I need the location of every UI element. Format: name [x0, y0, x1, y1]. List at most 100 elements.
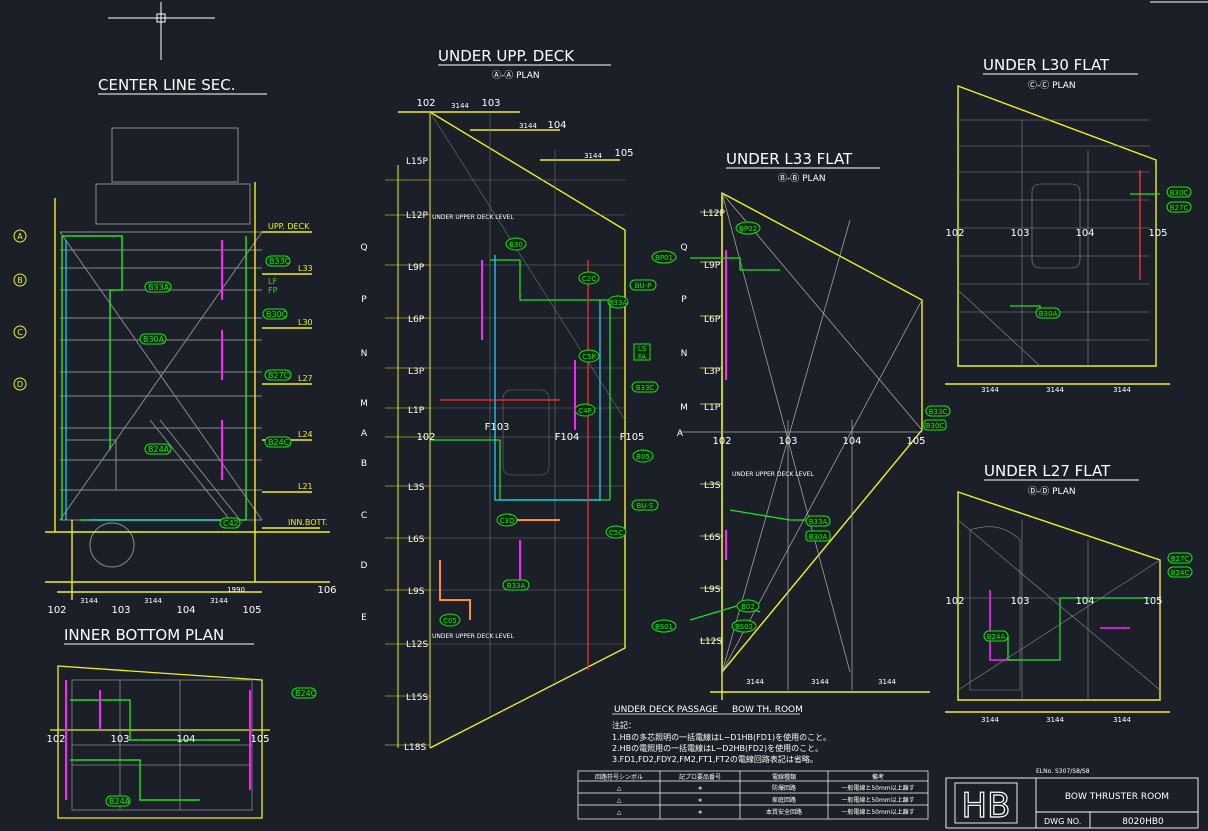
- ud-dim-3: 3144: [584, 152, 602, 160]
- section-mark-d: D: [17, 380, 23, 389]
- legend-r2-c4: 一般電線と50mm以上離す: [841, 796, 914, 804]
- level-l30: L30: [298, 318, 313, 327]
- tag-b33a: B33A: [148, 283, 170, 292]
- title-block-dwg-no: 8020HB0: [1122, 817, 1164, 827]
- subtitle-l30: Ⓒ-Ⓒ PLAN: [1028, 80, 1076, 91]
- title-under-l27: UNDER L27 FLAT: [984, 462, 1111, 480]
- l33-letter-p: P: [681, 295, 687, 305]
- l33-row-l1p: L1P: [704, 403, 721, 413]
- legend-header-2: 記プロ要品番号: [679, 773, 721, 781]
- l33-tag-b33c: B33C: [929, 408, 948, 416]
- l27-frame-103: 103: [1010, 596, 1029, 607]
- ud-tag-b30-2: C4P: [578, 407, 592, 415]
- l33-frame-104: 104: [842, 436, 861, 447]
- l33-dim-3: 3144: [878, 678, 896, 686]
- ud-tag-c4p: C2C: [582, 275, 596, 283]
- l30-frame-105: 105: [1148, 228, 1167, 239]
- l30-tag-b30a: B30A: [1039, 310, 1058, 318]
- ib-frame-102: 102: [46, 734, 65, 745]
- ud-row-l6p: L6P: [408, 315, 425, 325]
- level-l27: L27: [298, 374, 313, 383]
- level-inn-bott: INN.BOTT.: [288, 518, 328, 527]
- ud-mid-f104: F104: [555, 432, 580, 443]
- cl-dim-2: 3144: [144, 597, 162, 605]
- l30-dim-2: 3144: [1046, 386, 1064, 394]
- ud-tag-b30: B30: [509, 241, 523, 249]
- l30-tag-b30c: B30C: [1170, 189, 1189, 197]
- tag-c42: C42: [223, 519, 239, 528]
- cl-frame-104: 104: [176, 605, 195, 616]
- cl-frame-102: 102: [47, 605, 66, 616]
- l33-tag-bp02: BP02: [739, 225, 757, 233]
- title-under-upp-deck: UNDER UPP. DECK: [438, 47, 575, 65]
- legend-r3-c3: 本質安全回路: [766, 808, 802, 816]
- l33-row-l12p: L12P: [703, 209, 725, 219]
- note-1: 1.HBの多芯照明の一括電線はL−D1HB(FD1)を使用のこと。: [612, 732, 831, 742]
- l33-tag-b30c: B30C: [926, 422, 945, 430]
- l33-level-label: UNDER UPPER DECK LEVEL: [732, 471, 814, 478]
- ud-row-l9s: L9S: [408, 587, 425, 597]
- subtitle-l33: Ⓑ-Ⓑ PLAN: [778, 173, 826, 184]
- ud-row-l15p: L15P: [406, 157, 428, 167]
- l27-dim-1: 3144: [981, 716, 999, 724]
- ud-level-label-1: UNDER UPPER DECK LEVEL: [432, 214, 514, 221]
- l30-frame-102: 102: [945, 228, 964, 239]
- l33-dim-1: 3144: [746, 678, 764, 686]
- cl-frame-103: 103: [111, 605, 130, 616]
- ud-mid-102: 102: [416, 432, 435, 443]
- ud-frame-105: 105: [614, 148, 633, 159]
- tag-b27c: B27C: [268, 371, 290, 380]
- ud-tag-c5c: C5C: [609, 529, 623, 537]
- ud-level-label-2: UNDER UPPER DECK LEVEL: [432, 633, 514, 640]
- title-inner-bottom: INNER BOTTOM PLAN: [64, 626, 224, 644]
- l33-row-l12s: L12S: [700, 637, 722, 647]
- l33-letter-m: M: [680, 403, 688, 413]
- ud-letter-m: M: [360, 399, 368, 409]
- tag-b30a: B30A: [143, 335, 165, 344]
- ud-frame-103: 103: [481, 98, 500, 109]
- l33-dim-2: 3144: [811, 678, 829, 686]
- l33-tag-b33a: B33A: [809, 518, 828, 526]
- ud-tag-fa: FA: [638, 353, 646, 361]
- ud-row-l9p: L9P: [408, 263, 425, 273]
- l30-dim-3: 3144: [1113, 386, 1131, 394]
- section-mark-c: C: [17, 328, 23, 337]
- l33-frame-105: 105: [906, 436, 925, 447]
- ud-row-l12p: L12P: [406, 211, 428, 221]
- l33-letter-n: N: [681, 349, 688, 359]
- note-2: 2.HBの電照用の一括電線はL−D2HB(FD2)を使用のこと。: [612, 743, 823, 753]
- l27-frame-102: 102: [945, 596, 964, 607]
- legend-header-3: 電線種類: [772, 773, 796, 781]
- l33-row-l9s: L9S: [704, 585, 721, 595]
- legend-r1-c1: △: [617, 785, 622, 792]
- ud-letter-e: E: [361, 613, 367, 623]
- ud-tag-ls: LS: [638, 345, 647, 353]
- cad-drawing: CENTER LINE SEC. INNER BOTTOM PLAN UNDER…: [0, 0, 1208, 831]
- ib-tag-b24a: B24A: [109, 797, 131, 806]
- l33-row-l6p: L6P: [704, 315, 721, 325]
- legend-r1-c4: 一般電線と50mm以上離す: [841, 784, 914, 792]
- section-mark-a: A: [17, 232, 23, 241]
- ud-tag-b05: B05: [636, 453, 650, 461]
- legend-r1-c3: 防爆回路: [772, 784, 796, 792]
- passage-left-label: UNDER DECK PASSAGE: [614, 705, 718, 715]
- ud-row-l6s: L6S: [408, 535, 425, 545]
- ud-letter-b: B: [361, 459, 367, 469]
- cl-frame-106: 106: [317, 585, 336, 596]
- cl-dim-3: 3144: [210, 597, 228, 605]
- level-l24: L24: [298, 430, 313, 439]
- ud-letter-q: Q: [360, 243, 367, 253]
- tag-b24c: B24C: [268, 438, 290, 447]
- l33-letter-a: A: [677, 429, 684, 439]
- legend-header-1: 回路符号シンボル: [595, 773, 643, 781]
- ud-letter-a: A: [361, 429, 368, 439]
- title-under-l30: UNDER L30 FLAT: [983, 56, 1110, 74]
- ud-tag-c05: C5P: [582, 353, 596, 361]
- legend-r1-c2: ∗: [697, 785, 702, 792]
- ud-row-l15s: L15S: [406, 693, 428, 703]
- ib-frame-104: 104: [176, 734, 195, 745]
- l27-frame-105: 105: [1143, 596, 1162, 607]
- l30-frame-103: 103: [1010, 228, 1029, 239]
- l33-row-l6s: L6S: [704, 533, 721, 543]
- subtitle-l27: Ⓓ-Ⓓ PLAN: [1028, 486, 1076, 497]
